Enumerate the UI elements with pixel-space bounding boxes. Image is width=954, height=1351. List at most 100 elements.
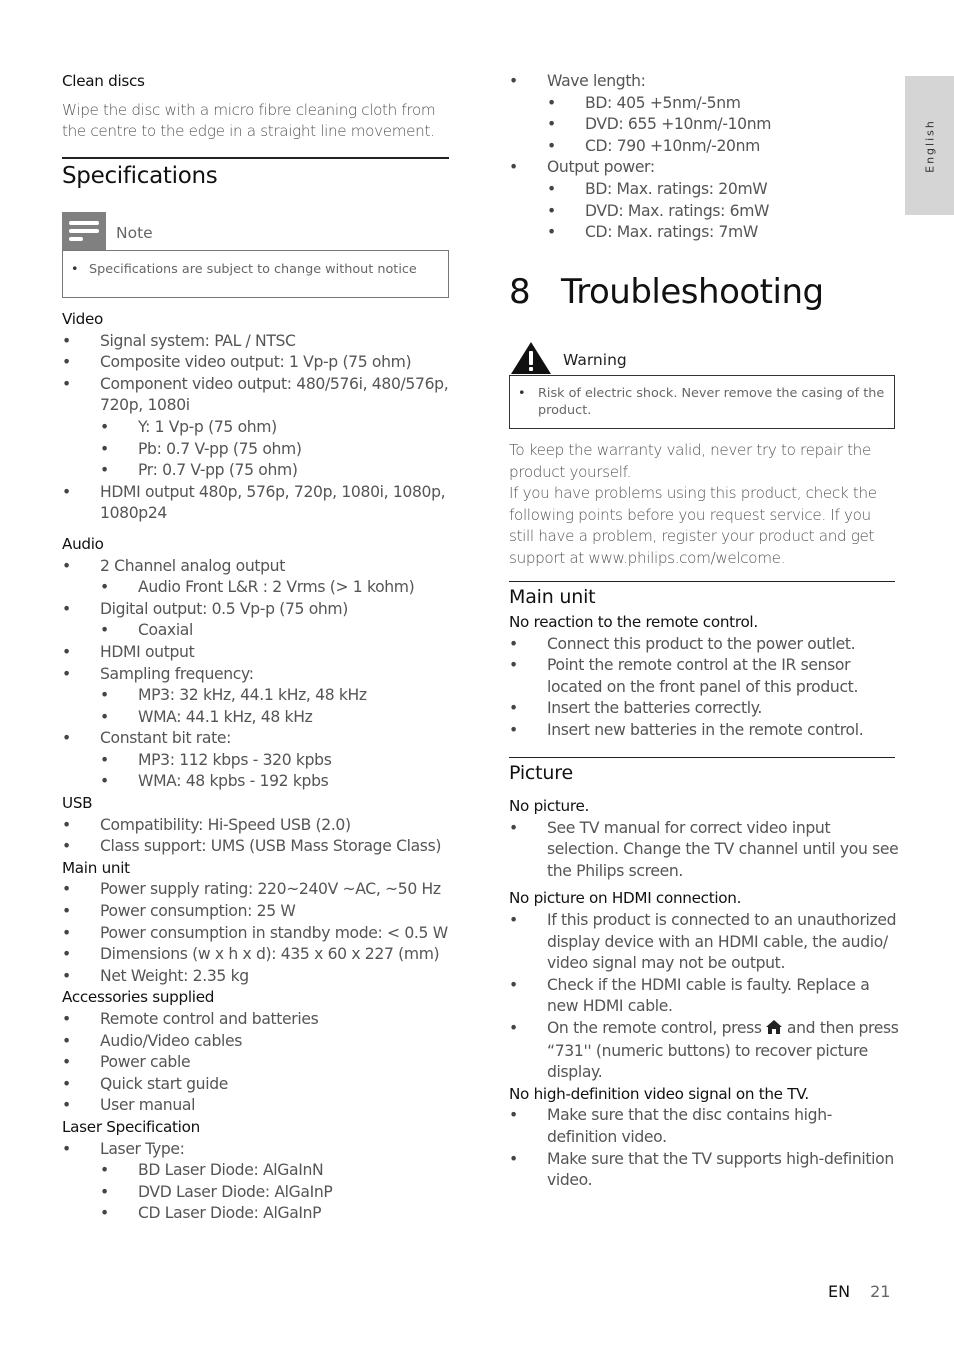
list-item: Point the remote control at the IR senso… <box>509 655 899 698</box>
page-number: 21 <box>870 1282 891 1301</box>
chapter-number: 8 <box>509 272 531 312</box>
main-unit-list: Power supply rating: 220~240V ~AC, ~50 H… <box>62 879 457 987</box>
list-item: User manual <box>62 1095 457 1117</box>
language-side-tab: English <box>905 76 954 215</box>
list-item: If this product is connected to an unaut… <box>509 910 899 975</box>
list-item: WMA: 44.1 kHz, 48 kHz <box>100 707 457 729</box>
intro-support: If you have problems using this product,… <box>509 484 877 567</box>
list-item: BD Laser Diode: AlGaInN <box>100 1160 457 1182</box>
picture-section-heading: Picture <box>509 762 573 784</box>
list-item: See TV manual for correct video input se… <box>509 818 899 883</box>
list-item: Composite video output: 1 Vp-p (75 ohm) <box>62 352 457 374</box>
list-item: BD: 405 +5nm/-5nm <box>547 93 899 115</box>
list-item: Audio Front L&R : 2 Vrms (> 1 kohm) <box>100 577 457 599</box>
list-item: HDMI output <box>62 642 457 664</box>
main-unit-section-heading: Main unit <box>509 586 596 608</box>
list-item: Insert new batteries in the remote contr… <box>509 720 899 742</box>
list-item: CD: Max. ratings: 7mW <box>547 222 899 244</box>
list-item: Wave length: BD: 405 +5nm/-5nm DVD: 655 … <box>509 71 899 157</box>
list-item: On the remote control, press and then pr… <box>509 1018 899 1084</box>
main-unit-heading: Main unit <box>62 858 130 877</box>
no-picture-list: See TV manual for correct video input se… <box>509 818 899 883</box>
language-tab-label: English <box>923 118 936 173</box>
list-item: Signal system: PAL / NTSC <box>62 331 457 353</box>
chapter-heading: 8 Troubleshooting <box>509 272 824 312</box>
list-item: Net Weight: 2.35 kg <box>62 966 457 988</box>
list-item: Compatibility: Hi-Speed USB (2.0) <box>62 815 457 837</box>
laser-wave-power-list: Wave length: BD: 405 +5nm/-5nm DVD: 655 … <box>509 71 899 244</box>
problem-heading: No high-definition video signal on the T… <box>509 1084 809 1103</box>
list-item: Constant bit rate: MP3: 112 kbps - 320 k… <box>62 728 457 793</box>
problem-heading: No reaction to the remote control. <box>509 613 758 631</box>
list-item: Digital output: 0.5 Vp-p (75 ohm) Coaxia… <box>62 599 457 642</box>
list-item: Power supply rating: 220~240V ~AC, ~50 H… <box>62 879 457 901</box>
list-item: MP3: 112 kbps - 320 kpbs <box>100 750 457 772</box>
usb-list: Compatibility: Hi-Speed USB (2.0) Class … <box>62 815 457 858</box>
list-item: HDMI output 480p, 576p, 720p, 1080i, 108… <box>62 482 457 525</box>
warning-triangle-icon <box>509 341 553 375</box>
warning-label: Warning <box>563 351 627 369</box>
audio-heading: Audio <box>62 534 104 553</box>
specifications-heading: Specifications <box>62 163 218 189</box>
section-divider <box>509 757 895 758</box>
section-divider <box>62 157 449 159</box>
section-divider <box>509 581 895 582</box>
list-item: Power consumption in standby mode: < 0.5… <box>62 923 457 945</box>
list-item: Check if the HDMI cable is faulty. Repla… <box>509 975 899 1018</box>
list-item: Make sure that the disc contains high-de… <box>509 1105 899 1148</box>
list-item: Y: 1 Vp-p (75 ohm) <box>100 417 457 439</box>
list-item: Component video output: 480/576i, 480/57… <box>62 374 457 482</box>
list-item: Power consumption: 25 W <box>62 901 457 923</box>
list-item: Quick start guide <box>62 1074 457 1096</box>
list-item: 2 Channel analog output Audio Front L&R … <box>62 556 457 599</box>
list-item: WMA: 48 kpbs - 192 kpbs <box>100 771 457 793</box>
accessories-heading: Accessories supplied <box>62 988 215 1007</box>
intro-warranty: To keep the warranty valid, never try to… <box>509 441 871 481</box>
laser-heading: Laser Specification <box>62 1117 200 1136</box>
list-item: MP3: 32 kHz, 44.1 kHz, 48 kHz <box>100 685 457 707</box>
usb-heading: USB <box>62 794 93 813</box>
remote-solutions-list: Connect this product to the power outlet… <box>509 634 899 742</box>
list-item: Make sure that the TV supports high-defi… <box>509 1149 899 1192</box>
list-item: DVD: Max. ratings: 6mW <box>547 201 899 223</box>
list-item: DVD: 655 +10nm/-10nm <box>547 114 899 136</box>
clean-discs-heading: Clean discs <box>62 72 145 90</box>
list-item: Output power: BD: Max. ratings: 20mW DVD… <box>509 157 899 243</box>
problem-heading: No picture on HDMI connection. <box>509 889 742 908</box>
list-item: Remote control and batteries <box>62 1009 457 1031</box>
accessories-list: Remote control and batteries Audio/Video… <box>62 1009 457 1117</box>
video-heading: Video <box>62 310 104 328</box>
hd-signal-list: Make sure that the disc contains high-de… <box>509 1105 899 1191</box>
list-item: Pr: 0.7 V-pp (75 ohm) <box>100 460 457 482</box>
list-item: Sampling frequency: MP3: 32 kHz, 44.1 kH… <box>62 664 457 729</box>
list-item: Laser Type: BD Laser Diode: AlGaInN DVD … <box>62 1139 457 1225</box>
warning-text: Risk of electric shock. Never remove the… <box>538 386 885 418</box>
note-label: Note <box>116 224 153 242</box>
chapter-title: Troubleshooting <box>561 272 824 312</box>
home-icon <box>766 1019 783 1041</box>
list-item: DVD Laser Diode: AlGaInP <box>100 1182 457 1204</box>
list-item: Power cable <box>62 1052 457 1074</box>
page-footer: EN 21 <box>828 1282 890 1301</box>
list-item: Dimensions (w x h x d): 435 x 60 x 227 (… <box>62 944 457 966</box>
clean-discs-body: Wipe the disc with a micro fibre cleanin… <box>62 100 436 141</box>
note-callout: Note • Specifications are subject to chan… <box>62 212 449 298</box>
list-item: CD Laser Diode: AlGaInP <box>100 1203 457 1225</box>
hdmi-list: If this product is connected to an unaut… <box>509 910 899 1084</box>
list-item: CD: 790 +10nm/-20nm <box>547 136 899 158</box>
note-lines-icon <box>62 212 106 250</box>
list-item: Pb: 0.7 V-pp (75 ohm) <box>100 439 457 461</box>
video-list: Signal system: PAL / NTSC Composite vide… <box>62 331 457 525</box>
list-item: BD: Max. ratings: 20mW <box>547 179 899 201</box>
spec-lists: Video Signal system: PAL / NTSC Composit… <box>62 309 457 1225</box>
list-item: Connect this product to the power outlet… <box>509 634 899 656</box>
list-item: Class support: UMS (USB Mass Storage Cla… <box>62 836 457 858</box>
laser-type-list: Laser Type: BD Laser Diode: AlGaInN DVD … <box>62 1139 457 1225</box>
warning-callout: Warning • Risk of electric shock. Never r… <box>509 341 895 429</box>
footer-language: EN <box>828 1282 851 1301</box>
list-item: Audio/Video cables <box>62 1031 457 1053</box>
note-text: Specifications are subject to change wit… <box>89 262 417 277</box>
audio-list: 2 Channel analog output Audio Front L&R … <box>62 556 457 794</box>
list-item: Insert the batteries correctly. <box>509 698 899 720</box>
problem-heading: No picture. <box>509 797 590 815</box>
